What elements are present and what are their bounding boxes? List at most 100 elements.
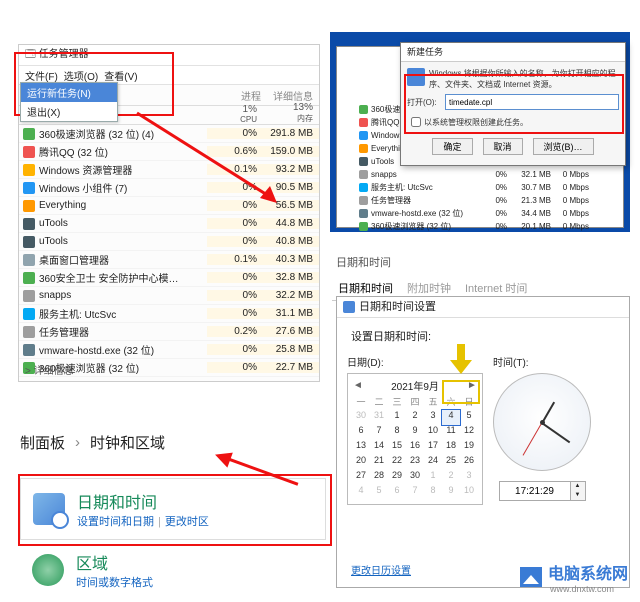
calendar-day[interactable]: 8 (388, 425, 406, 440)
calendar-day[interactable]: 10 (424, 425, 442, 440)
cp-link-formats[interactable]: 时间或数字格式 (76, 574, 153, 590)
calendar-day[interactable]: 12 (460, 425, 478, 440)
calendar-day[interactable]: 18 (442, 440, 460, 455)
time-input[interactable] (499, 481, 571, 501)
dialog-title: 新建任务 (401, 43, 625, 62)
calendar-day[interactable]: 9 (406, 425, 424, 440)
mem-value: 40.8 MB (263, 236, 319, 247)
calendar-day[interactable]: 4 (352, 485, 370, 500)
calendar-day[interactable]: 14 (370, 440, 388, 455)
process-name: snapps (39, 290, 207, 301)
calendar-day[interactable]: 4 (442, 410, 460, 425)
calendar-day[interactable]: 8 (424, 485, 442, 500)
calendar-day[interactable]: 25 (442, 455, 460, 470)
calendar-day[interactable]: 16 (406, 440, 424, 455)
cp-title[interactable]: 区域 (76, 550, 153, 574)
calendar-day[interactable]: 7 (406, 485, 424, 500)
calendar-day[interactable]: 17 (424, 440, 442, 455)
table-row[interactable]: snapps0%32.2 MB (19, 287, 319, 305)
calendar-day[interactable]: 27 (352, 470, 370, 485)
calendar-day[interactable]: 1 (424, 470, 442, 485)
calendar-day[interactable]: 3 (460, 470, 478, 485)
control-panel-region[interactable]: 区域 时间或数字格式 (20, 550, 324, 590)
calendar-day[interactable]: 31 (370, 410, 388, 425)
calendar-day[interactable]: 19 (460, 440, 478, 455)
details-toggle[interactable]: > 详细信息 (25, 362, 74, 377)
table-row[interactable]: snapps0%32.1 MB0 Mbps (359, 168, 619, 181)
chevron-down-icon[interactable]: ▼ (571, 491, 585, 500)
table-row[interactable]: vmware-hostd.exe (32 位)0%34.4 MB0 Mbps (359, 207, 619, 220)
calendar-day[interactable]: 2 (442, 470, 460, 485)
calendar-day[interactable]: 13 (352, 440, 370, 455)
ok-button[interactable]: 确定 (432, 138, 472, 155)
tab-internet-time[interactable]: Internet 时间 (465, 280, 527, 296)
calendar-day[interactable]: 3 (424, 410, 442, 425)
calendar-day[interactable]: 5 (370, 485, 388, 500)
calendar-day[interactable]: 1 (388, 410, 406, 425)
calendar-day[interactable]: 6 (352, 425, 370, 440)
breadcrumb-item[interactable]: 制面板 (20, 432, 65, 453)
table-row[interactable]: Windows 小组件 (7)0%90.5 MB (19, 179, 319, 197)
tab-details[interactable]: 详细信息 (267, 88, 319, 103)
table-row[interactable]: uTools0%44.8 MB (19, 215, 319, 233)
time-spinner[interactable]: ▲▼ (571, 481, 586, 501)
app-icon (23, 236, 35, 248)
calendar-day[interactable]: 9 (442, 485, 460, 500)
calendar-day[interactable]: 26 (460, 455, 478, 470)
calendar-day[interactable]: 21 (370, 455, 388, 470)
calendar-day[interactable]: 23 (406, 455, 424, 470)
calendar-day[interactable]: 7 (370, 425, 388, 440)
table-row[interactable]: 任务管理器0.2%27.6 MB (19, 323, 319, 341)
breadcrumb-item[interactable]: 时钟和区域 (90, 432, 165, 453)
table-row[interactable]: 360安全卫士 安全防护中心模…0%32.8 MB (19, 269, 319, 287)
table-row[interactable]: 360极速浏览器 (32 位) (4)0%291.8 MB (19, 125, 319, 143)
table-row[interactable]: 腾讯QQ (32 位)0.6%159.0 MB (19, 143, 319, 161)
calendar-day[interactable]: 15 (388, 440, 406, 455)
time-label: 时间(T): (493, 354, 591, 369)
table-row[interactable]: uTools0%40.8 MB (19, 233, 319, 251)
browse-button[interactable]: 浏览(B)… (533, 138, 594, 155)
calendar-day[interactable]: 20 (352, 455, 370, 470)
prev-month-button[interactable]: ◄ (352, 380, 364, 391)
set-datetime-label: 设置日期和时间: (337, 318, 629, 350)
calendar-day[interactable]: 22 (388, 455, 406, 470)
col-cpu[interactable]: 1%CPU (207, 104, 263, 124)
calendar-day[interactable]: 30 (352, 410, 370, 425)
calendar-day[interactable]: 5 (460, 410, 478, 425)
table-row[interactable]: 桌面窗口管理器0.1%40.3 MB (19, 251, 319, 269)
highlight-box-icon (444, 382, 478, 402)
table-row[interactable]: 服务主机: UtcSvc0%30.7 MB0 Mbps (359, 181, 619, 194)
app-icon (23, 200, 35, 212)
table-row[interactable]: 服务主机: UtcSvc0%31.1 MB (19, 305, 319, 323)
calendar-day[interactable]: 2 (406, 410, 424, 425)
menu-run-new-task[interactable]: 运行新任务(N) (21, 83, 117, 102)
cpu-value: 0% (207, 362, 263, 373)
table-row[interactable]: Everything0%56.5 MB (19, 197, 319, 215)
calendar-day[interactable]: 28 (370, 470, 388, 485)
calendar-day[interactable]: 30 (406, 470, 424, 485)
calendar-day[interactable]: 10 (460, 485, 478, 500)
weekday-label: 一 (352, 395, 370, 410)
process-name: 360极速浏览器 (32 位) (4) (39, 126, 207, 141)
tab-processes[interactable]: 进程 (235, 88, 267, 103)
table-row[interactable]: 任务管理器0%21.3 MB0 Mbps (359, 194, 619, 207)
table-row[interactable]: Windows 资源管理器0.1%93.2 MB (19, 161, 319, 179)
globe-icon (32, 554, 64, 586)
cancel-button[interactable]: 取消 (483, 138, 523, 155)
calendar-day[interactable]: 6 (388, 485, 406, 500)
table-row[interactable]: 360极速浏览器 (32 位)0%20.1 MB0 Mbps (359, 220, 619, 233)
mem-value: 27.6 MB (263, 326, 319, 337)
calendar-day[interactable]: 29 (388, 470, 406, 485)
calendar-day[interactable]: 24 (424, 455, 442, 470)
table-row[interactable]: vmware-hostd.exe (32 位)0%25.8 MB (19, 341, 319, 359)
tab-datetime[interactable]: 日期和时间 (338, 280, 393, 296)
cpu-value: 0.1% (207, 164, 263, 175)
chevron-up-icon[interactable]: ▲ (571, 482, 585, 491)
tab-additional-clocks[interactable]: 附加时钟 (407, 280, 451, 296)
change-calendar-link[interactable]: 更改日历设置 (351, 562, 411, 577)
menu-exit[interactable]: 退出(X) (21, 102, 117, 121)
process-name: Everything (39, 200, 207, 211)
month-label: 2021年9月 (391, 378, 439, 393)
calendar-day[interactable]: 11 (442, 425, 460, 440)
col-mem[interactable]: 13%内存 (263, 102, 319, 124)
